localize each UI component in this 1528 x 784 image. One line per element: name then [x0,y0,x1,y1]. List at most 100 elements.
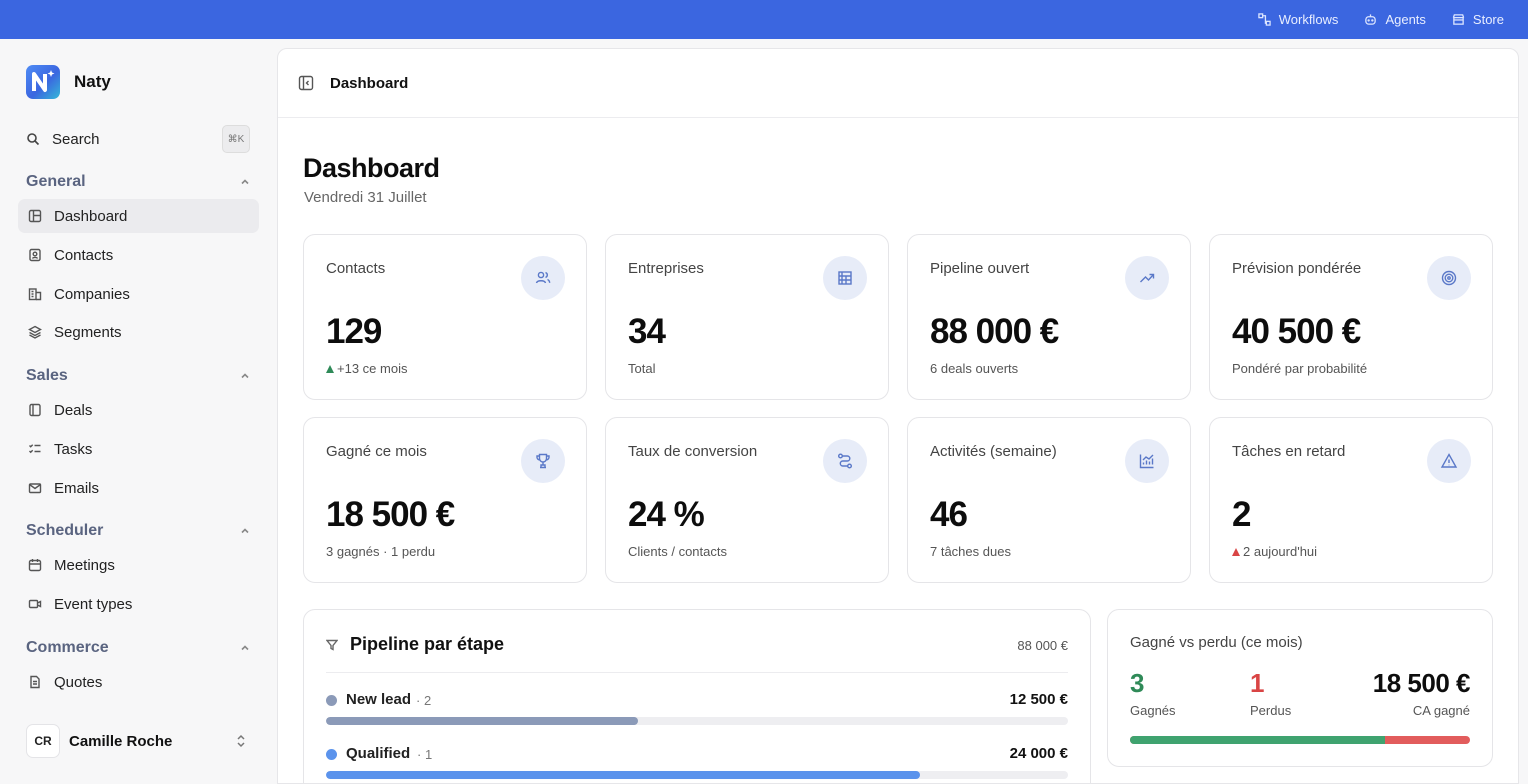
revenue-label: CA gagné [1412,703,1470,718]
card-subtitle: 3 gagnés · 1 perdu [326,544,436,559]
trophy-icon [521,439,565,483]
sidebar-item-label: Quotes [54,673,103,691]
stage-progress-fill [326,717,638,725]
stat-card-pipeline[interactable]: Pipeline ouvert 88 000 € 6 deals ouverts [907,234,1191,400]
stat-card-won[interactable]: Gagné ce mois 18 500 € 3 gagnés · 1 perd… [303,417,587,583]
stage-count: · 2 [416,693,432,708]
won-lost-title: Gagné vs perdu (ce mois) [1130,634,1303,651]
sidebar-item-label: Segments [54,323,122,341]
stage-progress-track [326,771,1068,779]
stat-card-companies[interactable]: Entreprises 34 Total [605,234,889,400]
revenue-stat: 18 500 € CA gagné [1373,668,1471,718]
top-link-store[interactable]: Store [1452,12,1504,27]
pipeline-stage-qualified[interactable]: Qualified · 1 24 000 € [326,745,1068,783]
top-link-agents[interactable]: Agents [1364,12,1426,27]
brand-name: Naty [74,72,111,91]
stage-amount: 12 500 € [1009,691,1068,708]
sidebar-item-label: Tasks [54,440,93,458]
alert-triangle-icon [1232,547,1240,556]
sidebar-item-quotes[interactable]: Quotes [18,665,259,699]
sidebar-item-contacts[interactable]: Contacts [18,238,259,272]
sidebar-item-dashboard[interactable]: Dashboard [18,199,259,233]
top-link-label: Agents [1385,12,1426,27]
sidebar-item-event-types[interactable]: Event types [18,587,259,621]
building-icon [823,256,867,300]
sidebar-item-segments[interactable]: Segments [18,315,259,349]
card-value: 24 % [628,495,705,534]
card-label: Contacts [326,260,386,277]
stage-progress-fill [326,771,920,779]
stat-card-conversion[interactable]: Taux de conversion 24 % Clients / contac… [605,417,889,583]
companies-icon [28,288,42,301]
sidebar-item-label: Companies [54,285,130,303]
card-label: Gagné ce mois [326,443,427,460]
sidebar-toggle-icon[interactable] [298,75,314,91]
trend-up-icon [326,364,334,373]
stage-name: Qualified [346,745,411,762]
agent-icon [1365,14,1377,25]
stage-dot [326,749,337,760]
sidebar-item-label: Emails [54,479,100,497]
sidebar-item-companies[interactable]: Companies [18,277,259,311]
card-subtitle: Clients / contacts [628,544,727,559]
sidebar-item-label: Dashboard [54,207,128,225]
card-value: 40 500 € [1232,312,1361,351]
section-commerce[interactable]: Commerce [26,639,250,657]
card-subtitle: Pondéré par probabilité [1232,361,1368,376]
card-subtitle: 7 tâches dues [930,544,1011,559]
card-label: Pipeline ouvert [930,260,1030,277]
store-icon [1452,14,1465,25]
lost-count: 1 [1250,668,1264,698]
user-menu[interactable]: CR Camille Roche [26,724,250,758]
section-scheduler[interactable]: Scheduler [26,522,250,540]
mail-icon [28,483,42,494]
search-label: Search [52,130,100,148]
stage-progress-track [326,717,1068,725]
activity-chart-icon [1125,439,1169,483]
users-icon [521,256,565,300]
card-subtitle: +13 ce mois [326,361,407,376]
main-header: Dashboard [278,49,1518,118]
search-icon [27,133,40,146]
warning-icon [1427,439,1471,483]
won-share-fill [1130,736,1385,744]
card-label: Activités (semaine) [930,443,1057,460]
top-link-label: Store [1472,12,1504,27]
sidebar-item-deals[interactable]: Deals [18,393,259,427]
sidebar-item-emails[interactable]: Emails [18,471,259,505]
page-title: Dashboard [303,153,440,183]
stage-amount: 24 000 € [1009,745,1068,762]
section-title: Scheduler [26,522,104,539]
breadcrumb: Dashboard [330,74,409,92]
stat-card-forecast[interactable]: Prévision pondérée 40 500 € Pondéré par … [1209,234,1493,400]
top-link-label: Workflows [1278,12,1339,27]
sidebar-item-meetings[interactable]: Meetings [18,548,259,582]
card-subtitle: 2 aujourd'hui [1232,544,1317,559]
avatar: CR [26,724,60,758]
sidebar-item-tasks[interactable]: Tasks [18,432,259,466]
chevron-up-icon [241,373,249,379]
logo-icon [26,65,60,99]
card-value: 2 [1232,495,1251,534]
search-button[interactable]: Search ⌘K [26,125,250,153]
section-title: General [26,173,86,190]
lost-label: Perdus [1250,703,1292,718]
pipeline-title: Pipeline par étape [350,634,505,654]
main-panel: Dashboard Dashboard Vendredi 31 Juillet … [277,48,1519,784]
trending-up-icon [1125,256,1169,300]
section-sales[interactable]: Sales [26,367,250,385]
tasks-icon [29,444,41,454]
stat-card-contacts[interactable]: Contacts 129 +13 ce mois [303,234,587,400]
pipeline-header: Pipeline par étape [326,634,504,655]
stat-card-activities[interactable]: Activités (semaine) 46 7 tâches dues [907,417,1191,583]
pipeline-stage-new-lead[interactable]: New lead · 2 12 500 € [326,691,1068,735]
brand[interactable]: Naty [26,65,111,99]
top-bar: Workflows Agents Store [0,0,1528,39]
section-general[interactable]: General [26,173,250,191]
stat-card-overdue-tasks[interactable]: Tâches en retard 2 2 aujourd'hui [1209,417,1493,583]
top-link-workflows[interactable]: Workflows [1257,12,1339,27]
card-label: Tâches en retard [1232,443,1346,460]
lost-stat: 1 Perdus [1250,668,1291,718]
target-icon [1427,256,1471,300]
calendar-icon [28,559,42,572]
